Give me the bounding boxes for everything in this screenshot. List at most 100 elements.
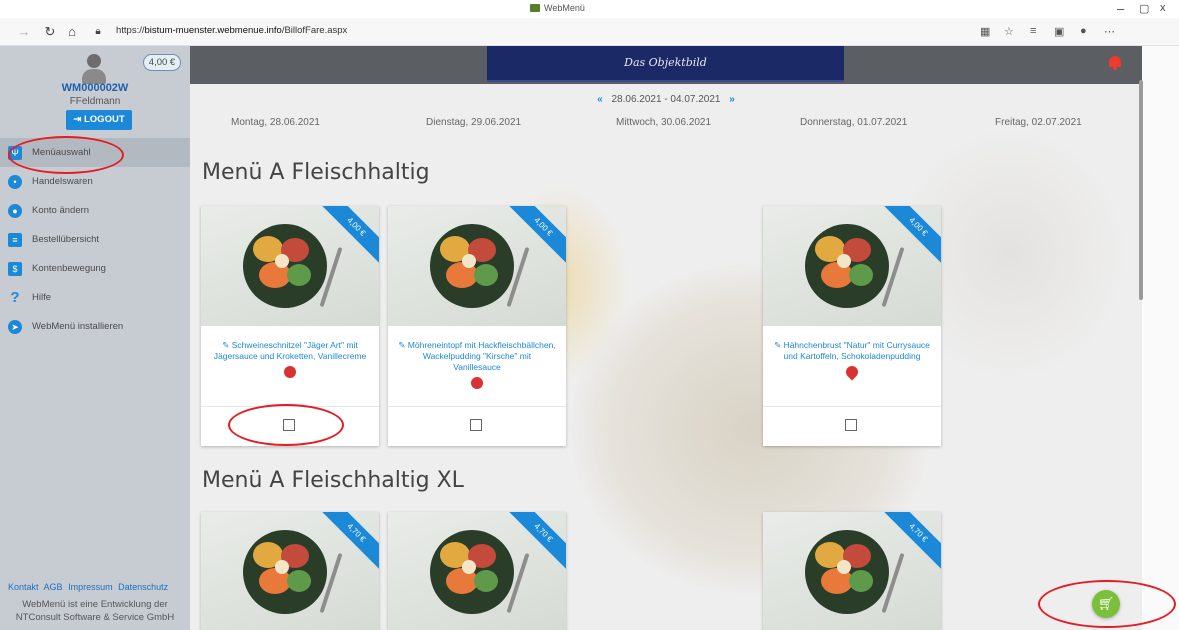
edit-icon: ✎ bbox=[774, 340, 784, 350]
dish-text: Hähnchenbrust "Natur" mit Currysauce und… bbox=[783, 340, 930, 361]
sidebar: 4,00 € WM000002W FFeldmann ⇥ LOGOUT Ψ Me… bbox=[0, 46, 190, 630]
dish-description[interactable]: ✎ Schweineschnitzel "Jäger Art" mit Jäge… bbox=[201, 326, 379, 406]
price-ribbon: 4,70 € bbox=[881, 512, 941, 572]
main-content: « 28.06.2021 - 04.07.2021 » Montag, 28.0… bbox=[190, 84, 1142, 630]
lock-icon: 🔒︎ bbox=[95, 26, 101, 37]
next-week-button[interactable]: » bbox=[729, 94, 735, 105]
sidebar-item-hilfe[interactable]: ? Hilfe bbox=[0, 283, 190, 312]
address-bar[interactable]: https://bistum-muenster.webmenue.info/Bi… bbox=[116, 25, 347, 36]
annotation-circle-checkbox bbox=[228, 404, 344, 446]
account-movement-icon: $ bbox=[8, 261, 22, 276]
reader-view-icon[interactable]: ▦ bbox=[980, 25, 990, 38]
url-host: bistum-muenster.webmenue.info bbox=[144, 25, 282, 36]
logout-icon: ⇥ bbox=[73, 114, 84, 125]
profile-icon[interactable]: ● bbox=[1080, 25, 1087, 37]
dish-image: 4,00 € bbox=[201, 206, 379, 326]
dish-image: 4,00 € bbox=[763, 206, 941, 326]
sidebar-item-kontenbewegung[interactable]: $ Kontenbewegung bbox=[0, 254, 190, 283]
document-icon: ≡ bbox=[8, 232, 22, 247]
dish-image: 4,00 € bbox=[388, 206, 566, 326]
footer-link-datenschutz[interactable]: Datenschutz bbox=[118, 582, 168, 592]
title-bar: WebMenü – ▢ x bbox=[0, 0, 1179, 18]
menu-card: 4,70 € bbox=[388, 512, 566, 630]
logout-label: LOGOUT bbox=[83, 114, 125, 125]
sidebar-item-label: Kontenbewegung bbox=[32, 263, 106, 274]
balance-badge: 4,00 € bbox=[143, 54, 181, 71]
edit-icon: ✎ bbox=[222, 340, 232, 350]
cookie-icon: • bbox=[8, 174, 22, 189]
menu-card: 4,00 € ✎ Möhreneintopf mit Hackfleischbä… bbox=[388, 206, 566, 446]
menu-card: 4,00 € ✎ Hähnchenbrust "Natur" mit Curry… bbox=[763, 206, 941, 446]
edit-icon: ✎ bbox=[398, 340, 408, 350]
favorites-icon[interactable]: ≡ bbox=[1030, 25, 1036, 37]
rocket-icon: ➤ bbox=[8, 319, 22, 334]
footer-links: Kontakt AGB Impressum Datenschutz bbox=[8, 582, 171, 592]
home-icon[interactable]: ⌂ bbox=[64, 24, 80, 40]
browser-window: WebMenü – ▢ x → ↻ ⌂ 🔒︎ https://bistum-mu… bbox=[0, 0, 1179, 630]
more-menu-icon[interactable]: ⋯ bbox=[1104, 25, 1115, 38]
poultry-icon bbox=[843, 363, 861, 381]
back-arrow-icon[interactable]: → bbox=[16, 24, 32, 40]
week-navigator: « 28.06.2021 - 04.07.2021 » bbox=[190, 94, 1142, 105]
section-title: Menü A Fleischhaltig bbox=[202, 160, 430, 185]
header-banner: Das Objektbild bbox=[487, 46, 844, 82]
dish-text: Schweineschnitzel "Jäger Art" mit Jägers… bbox=[213, 340, 367, 361]
header-bar: Das Objektbild bbox=[190, 46, 1142, 84]
sidebar-item-konto-aendern[interactable]: ● Konto ändern bbox=[0, 196, 190, 225]
page-scrollbar[interactable] bbox=[1139, 80, 1143, 300]
day-headers: Montag, 28.06.2021 Dienstag, 29.06.2021 … bbox=[190, 117, 1142, 131]
order-checkbox[interactable] bbox=[845, 419, 857, 431]
menu-card: 4,70 € bbox=[763, 512, 941, 630]
footer-text: WebMenü ist eine Entwicklung der NTConsu… bbox=[0, 598, 190, 624]
order-checkbox[interactable] bbox=[470, 419, 482, 431]
pork-icon bbox=[471, 377, 483, 389]
price-ribbon: 4,70 € bbox=[319, 512, 379, 572]
collections-icon[interactable]: ▣ bbox=[1054, 25, 1064, 38]
browser-toolbar: → ↻ ⌂ 🔒︎ https://bistum-muenster.webmenu… bbox=[0, 18, 1179, 46]
day-header: Mittwoch, 30.06.2021 bbox=[616, 117, 712, 128]
day-header: Donnerstag, 01.07.2021 bbox=[800, 117, 908, 128]
footer-link-kontakt[interactable]: Kontakt bbox=[8, 582, 39, 592]
menu-card: 4,70 € bbox=[201, 512, 379, 630]
sidebar-item-bestelluebersicht[interactable]: ≡ Bestellübersicht bbox=[0, 225, 190, 254]
dish-description[interactable]: ✎ Möhreneintopf mit Hackfleischbällchen,… bbox=[388, 326, 566, 406]
dish-image: 4,70 € bbox=[763, 512, 941, 630]
day-header: Freitag, 02.07.2021 bbox=[995, 117, 1082, 128]
sidebar-item-label: Konto ändern bbox=[32, 205, 90, 216]
reload-icon[interactable]: ↻ bbox=[42, 24, 58, 40]
annotation-circle-cart bbox=[1038, 580, 1176, 628]
window-title-text: WebMenü bbox=[544, 3, 585, 13]
price-ribbon: 4,70 € bbox=[506, 512, 566, 572]
sidebar-item-label: WebMenü installieren bbox=[32, 321, 124, 332]
week-range: 28.06.2021 - 04.07.2021 bbox=[611, 94, 721, 105]
sidebar-item-label: Bestellübersicht bbox=[32, 234, 100, 245]
url-path: /BillofFare.aspx bbox=[281, 25, 348, 36]
logout-button[interactable]: ⇥ LOGOUT bbox=[66, 110, 132, 130]
dish-image: 4,70 € bbox=[201, 512, 379, 630]
footer-link-agb[interactable]: AGB bbox=[44, 582, 63, 592]
page-scrollbar-track bbox=[1142, 46, 1179, 630]
footer-link-impressum[interactable]: Impressum bbox=[68, 582, 113, 592]
help-icon: ? bbox=[10, 288, 20, 306]
window-title: WebMenü bbox=[530, 3, 585, 13]
prev-week-button[interactable]: « bbox=[597, 94, 603, 105]
favorite-add-icon[interactable]: ☆ bbox=[1004, 25, 1014, 38]
user-name: FFeldmann bbox=[69, 96, 121, 107]
dish-description[interactable]: ✎ Hähnchenbrust "Natur" mit Currysauce u… bbox=[763, 326, 941, 406]
day-header: Dienstag, 29.06.2021 bbox=[426, 117, 522, 128]
bell-icon[interactable] bbox=[1108, 55, 1122, 70]
close-button[interactable]: x bbox=[1160, 2, 1166, 14]
webmenue-app-icon bbox=[530, 4, 540, 12]
minimize-button[interactable]: – bbox=[1117, 1, 1124, 16]
price-ribbon: 4,00 € bbox=[506, 206, 566, 266]
sidebar-item-webmenue-installieren[interactable]: ➤ WebMenü installieren bbox=[0, 312, 190, 341]
avatar bbox=[80, 54, 108, 84]
url-prefix: https:// bbox=[116, 25, 145, 36]
price-ribbon: 4,00 € bbox=[881, 206, 941, 266]
sidebar-item-label: Hilfe bbox=[32, 292, 52, 303]
maximize-button[interactable]: ▢ bbox=[1139, 2, 1149, 15]
footer-line-2: NTConsult Software & Service GmbH bbox=[15, 612, 175, 623]
dish-image: 4,70 € bbox=[388, 512, 566, 630]
user-id: WM000002W bbox=[61, 82, 129, 94]
card-footer bbox=[388, 406, 566, 446]
